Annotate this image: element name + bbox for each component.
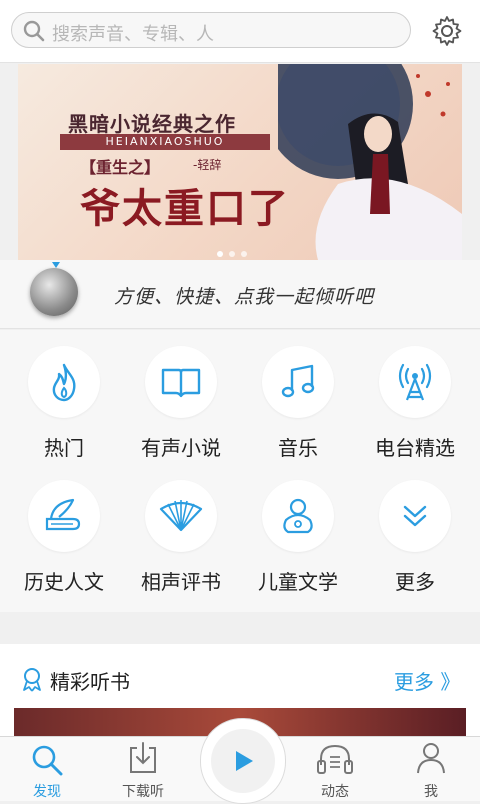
- volume-knob-icon[interactable]: [30, 262, 78, 316]
- nav-feed[interactable]: 动态: [290, 737, 380, 801]
- category-music[interactable]: 音乐: [240, 346, 356, 461]
- section-title: 精彩听书: [50, 670, 130, 694]
- play-button[interactable]: [200, 718, 286, 804]
- category-label: 音乐: [278, 436, 318, 460]
- category-label: 相声评书: [141, 570, 221, 594]
- play-button-inner: [211, 729, 275, 793]
- listen-together-text: 方便、快捷、点我一起倾听吧: [114, 286, 375, 308]
- category-hot[interactable]: 热门: [6, 346, 122, 461]
- section-more-link[interactable]: 更多 》: [394, 666, 460, 695]
- baby-icon: [262, 480, 334, 552]
- category-label: 有声小说: [141, 436, 221, 460]
- pagination-dot: [229, 251, 235, 257]
- banner-pinyin: HEIANXIAOSHUO: [60, 134, 270, 150]
- category-audio-novel[interactable]: 有声小说: [123, 346, 239, 461]
- headphones-icon: [317, 744, 353, 774]
- music-note-icon: [262, 346, 334, 418]
- category-radio[interactable]: 电台精选: [357, 346, 473, 461]
- category-grid: 热门 有声小说 音乐 电台精选 历史人文 相声评书 儿童文学 更多: [0, 330, 480, 612]
- pagination-dot: [217, 251, 223, 257]
- nav-label: 下载听: [122, 784, 164, 800]
- play-icon: [236, 751, 253, 771]
- search-icon: [32, 745, 63, 776]
- nav-label: 发现: [33, 784, 61, 800]
- listen-together-bar[interactable]: 方便、快捷、点我一起倾听吧: [0, 260, 480, 329]
- banner-author: -轻辞: [193, 158, 222, 172]
- nav-discover[interactable]: 发现: [2, 737, 92, 801]
- pagination-dot: [241, 251, 247, 257]
- nav-me[interactable]: 我: [386, 737, 476, 801]
- search-icon: [23, 20, 45, 42]
- banner-illustration: [278, 64, 462, 260]
- category-label: 更多: [395, 570, 435, 594]
- category-label: 热门: [44, 436, 84, 460]
- nav-label: 我: [424, 784, 438, 800]
- search-placeholder: 搜索声音、专辑、人: [52, 24, 214, 45]
- banner-pagination: [214, 242, 250, 260]
- nav-download[interactable]: 下载听: [98, 737, 188, 801]
- promo-banner[interactable]: 黑暗小说经典之作 HEIANXIAOSHUO 【重生之】 -轻辞 爷太重口了: [18, 64, 462, 260]
- category-more[interactable]: 更多: [357, 480, 473, 595]
- category-crosstalk[interactable]: 相声评书: [123, 480, 239, 595]
- settings-gear-icon[interactable]: [430, 14, 464, 48]
- category-history[interactable]: 历史人文: [6, 480, 122, 595]
- knob-indicator: [52, 262, 60, 268]
- category-label: 儿童文学: [258, 570, 338, 594]
- radio-tower-icon: [379, 346, 451, 418]
- category-label: 历史人文: [24, 570, 104, 594]
- ribbon-award-icon: [23, 668, 41, 692]
- top-bar: 搜索声音、专辑、人: [0, 0, 480, 63]
- book-icon: [145, 346, 217, 418]
- flame-icon: [28, 346, 100, 418]
- search-bar[interactable]: 搜索声音、专辑、人: [11, 12, 411, 48]
- download-icon: [130, 742, 156, 773]
- quill-book-icon: [28, 480, 100, 552]
- chevron-double-down-icon: [379, 480, 451, 552]
- nav-label: 动态: [321, 784, 349, 800]
- banner-headline: 爷太重口了: [80, 185, 290, 232]
- category-label: 电台精选: [375, 436, 455, 460]
- banner-title: 黑暗小说经典之作: [68, 112, 236, 136]
- banner-book-title: 【重生之】: [80, 158, 161, 177]
- category-children[interactable]: 儿童文学: [240, 480, 356, 595]
- folding-fan-icon: [145, 480, 217, 552]
- user-profile-icon: [417, 743, 445, 774]
